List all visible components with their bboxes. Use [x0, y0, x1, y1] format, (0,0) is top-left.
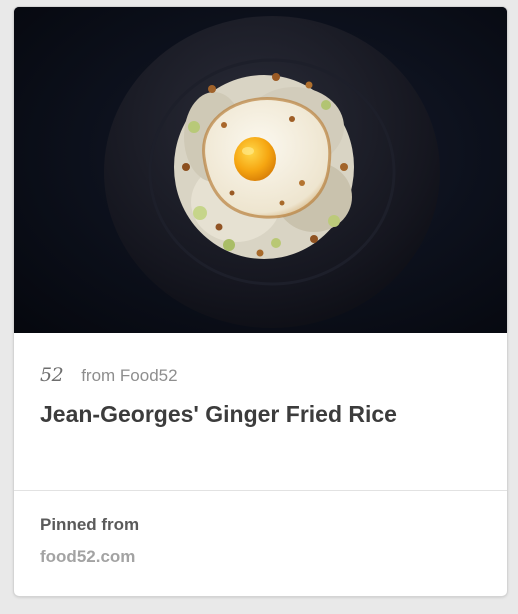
fried-rice-image	[14, 7, 507, 333]
pin-source[interactable]: 52 from Food52	[40, 362, 178, 388]
divider	[14, 490, 507, 491]
pin-card[interactable]: 52 from Food52 Jean-Georges' Ginger Frie…	[14, 7, 507, 596]
food52-logo-icon: 52	[40, 363, 64, 386]
pin-title[interactable]: Jean-Georges' Ginger Fried Rice	[40, 399, 480, 430]
pinned-from-label: Pinned from	[40, 515, 140, 534]
pin-source-label[interactable]: from Food52	[81, 367, 177, 384]
pinned-from-link[interactable]: food52.com	[40, 548, 135, 565]
pin-photo[interactable]	[14, 7, 507, 333]
